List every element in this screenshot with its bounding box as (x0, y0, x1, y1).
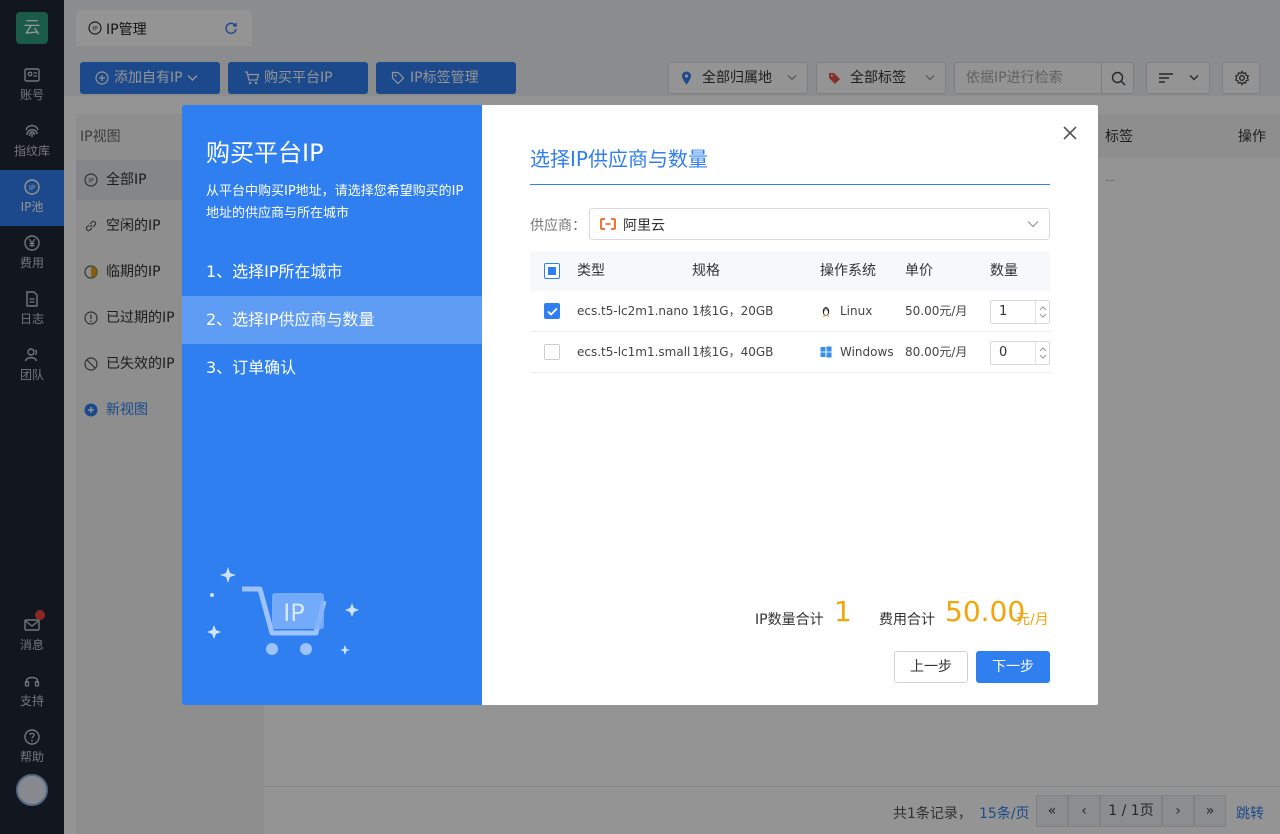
linux-icon (822, 307, 830, 317)
ip-total-value: 1 (834, 595, 852, 628)
column-header-spec: 规格 (692, 263, 720, 279)
dialog-steps-panel: 购买平台IP 从平台中购买IP地址，请选择您希望购买的IP地址的供应商与所在城市… (182, 105, 482, 705)
windows-icon (820, 346, 832, 358)
row-checkbox[interactable] (544, 303, 560, 319)
step-order-confirm[interactable]: 3、订单确认 (182, 344, 482, 392)
instance-price: 50.00元/月 (905, 304, 968, 318)
ip-total-label: IP数量合计 (755, 612, 824, 628)
instance-price: 80.00元/月 (905, 345, 968, 359)
column-header-os: 操作系统 (820, 263, 876, 279)
provider-label: 供应商： (530, 218, 586, 234)
cost-total-unit: 元/月 (1016, 612, 1049, 628)
quantity-stepper[interactable]: 0 (990, 341, 1050, 365)
instance-spec: 1核1G，40GB (692, 345, 774, 359)
step-select-provider[interactable]: 2、选择IP供应商与数量 (182, 296, 482, 344)
shopping-cart-illustration: IP (207, 567, 359, 655)
column-header-price: 单价 (905, 263, 933, 279)
dialog-description: 从平台中购买IP地址，请选择您希望购买的IP地址的供应商与所在城市 (206, 184, 464, 221)
quantity-value: 0 (999, 345, 1008, 360)
close-icon[interactable] (1062, 125, 1078, 141)
instance-os: Windows (840, 345, 894, 359)
section-divider (530, 184, 1050, 185)
dialog-content: 选择IP供应商与数量 供应商： 阿里云 类型 规格 操作系统 单价 数量 ecs… (482, 105, 1098, 705)
next-step-button[interactable]: 下一步 (976, 651, 1050, 683)
step-select-city[interactable]: 1、选择IP所在城市 (182, 248, 482, 296)
instance-type: ecs.t5-lc2m1.nano (577, 304, 689, 318)
provider-select[interactable]: 阿里云 (589, 208, 1050, 240)
instance-spec: 1核1G，20GB (692, 304, 774, 318)
check-icon (547, 307, 558, 316)
chevron-down-icon (1027, 221, 1039, 228)
previous-step-button[interactable]: 上一步 (894, 651, 968, 683)
provider-value: 阿里云 (623, 218, 665, 234)
quantity-stepper[interactable]: 1 (990, 300, 1050, 324)
instance-type: ecs.t5-lc1m1.small (577, 345, 691, 359)
stepper-up-down-icon (1039, 347, 1047, 359)
cost-total-label: 费用合计 (879, 612, 935, 628)
instance-table-header: 类型 规格 操作系统 单价 数量 (530, 251, 1050, 291)
instance-os: Linux (840, 304, 873, 318)
stepper-up-down-icon (1039, 306, 1047, 318)
quantity-value: 1 (999, 304, 1008, 319)
row-checkbox[interactable] (544, 344, 560, 360)
select-all-checkbox[interactable] (544, 263, 560, 279)
art-ip-text: IP (283, 599, 305, 627)
aliyun-logo-icon (600, 218, 616, 230)
buy-ip-dialog: 购买平台IP 从平台中购买IP地址，请选择您希望购买的IP地址的供应商与所在城市… (182, 105, 1098, 705)
dialog-title: 购买平台IP (206, 139, 324, 167)
column-header-type: 类型 (577, 263, 605, 279)
column-header-quantity: 数量 (990, 263, 1018, 279)
section-title: 选择IP供应商与数量 (530, 147, 708, 171)
stepper-arrows[interactable] (1035, 301, 1049, 323)
cost-total-value: 50.00 (945, 595, 1026, 628)
stepper-arrows[interactable] (1035, 342, 1049, 364)
table-row[interactable]: ecs.t5-lc1m1.small 1核1G，40GB Windows 80.… (530, 332, 1050, 373)
table-row[interactable]: ecs.t5-lc2m1.nano 1核1G，20GB Linux 50.00元… (530, 291, 1050, 332)
